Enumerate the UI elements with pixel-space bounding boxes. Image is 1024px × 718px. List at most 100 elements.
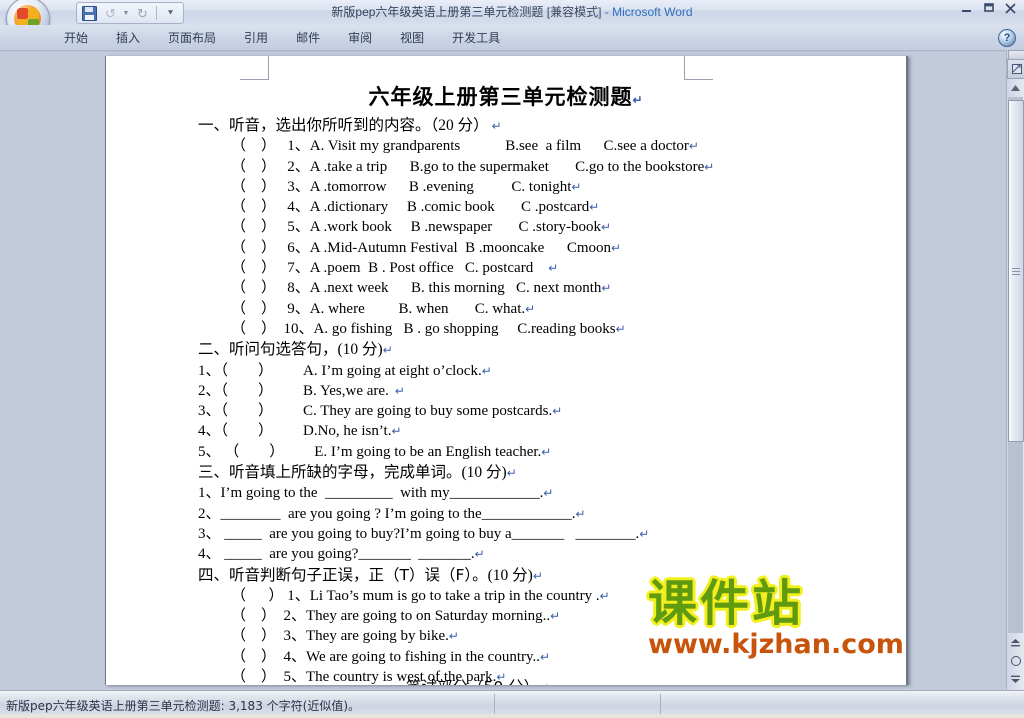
pilcrow-icon: ↵ (388, 383, 405, 398)
pilcrow-icon: ↵ (600, 220, 612, 235)
chevron-down-icon: ▼ (122, 9, 130, 17)
pilcrow-icon: ↵ (448, 629, 459, 644)
question-item: （ ） 8、A .next week B. this morning C. ne… (106, 278, 906, 298)
pilcrow-icon: ↵ (571, 179, 582, 194)
question-text: （ ） 5、A .work book B .newspaper C .story… (231, 219, 601, 236)
section-3-heading: 三、听音填上所缺的字母，完成单词。(10 分)↵ (106, 462, 906, 483)
ribbon-tabs: 开始 插入 页面布局 引用 邮件 审阅 视图 开发工具 (50, 25, 514, 50)
truefalse-text: （ ） 3、They are going by bike. (231, 628, 449, 645)
pilcrow-icon: ↵ (688, 139, 699, 154)
scrollbar-thumb[interactable] (1008, 100, 1024, 442)
fill-blank-item: 2、________ are you going ? I’m going to … (106, 504, 906, 524)
help-icon[interactable]: ? (998, 29, 1016, 47)
pilcrow-icon: ↵ (543, 486, 554, 501)
status-divider (494, 694, 495, 715)
section-2-heading: 二、听问句选答句，(10 分)↵ (106, 339, 906, 360)
tab-mailings[interactable]: 邮件 (282, 26, 334, 49)
vertical-scrollbar[interactable] (1006, 50, 1024, 691)
fill-blank-text: 1、I’m going to the _________ with my____… (198, 485, 544, 502)
fill-blank-item: 3、 _____ are you going to buy?I’m going … (106, 524, 906, 544)
undo-button[interactable]: ↺ (101, 5, 120, 22)
scrollbar-grip-icon (1012, 266, 1020, 276)
question-item: （ ） 7、A .poem B . Post office C. postcar… (106, 258, 906, 278)
question-text: （ ） 6、A .Mid-Autumn Festival B .mooncake… (231, 239, 611, 256)
tab-view[interactable]: 视图 (386, 26, 438, 49)
pilcrow-icon: ↵ (550, 609, 561, 624)
tab-page-layout-label: 页面布局 (168, 31, 217, 45)
pilcrow-icon: ↵ (541, 444, 552, 459)
tab-review[interactable]: 审阅 (334, 26, 386, 49)
ribbon-tab-strip: 开始 插入 页面布局 引用 邮件 审阅 视图 开发工具 ? (0, 25, 1024, 51)
truefalse-text: （ ） 2、They are going to on Saturday morn… (231, 608, 551, 625)
section-1-heading: 一、听音，选出你所听到的内容。（20 分） ↵ (106, 115, 906, 136)
tab-developer[interactable]: 开发工具 (438, 26, 514, 49)
section-4-heading-score: (10 分) (487, 566, 533, 584)
document-workspace[interactable]: 六年级上册第三单元检测题↵ 一、听音，选出你所听到的内容。（20 分） ↵ （ … (0, 50, 1024, 691)
close-button[interactable] (1003, 2, 1018, 15)
document-page[interactable]: 六年级上册第三单元检测题↵ 一、听音，选出你所听到的内容。（20 分） ↵ （ … (105, 56, 908, 685)
question-item: （ ） 10、A. go fishing B . go shopping C.r… (106, 319, 906, 339)
save-icon (82, 5, 97, 21)
match-text: 5、 （ ） E. I’m going to be an English tea… (198, 443, 542, 460)
scroll-up-button[interactable] (1008, 80, 1023, 96)
next-page-button[interactable] (1008, 671, 1023, 687)
triangle-up-icon (1011, 85, 1020, 91)
split-window-handle[interactable] (1007, 59, 1024, 79)
fill-blank-text: 3、 _____ are you going to buy?I’m going … (198, 525, 640, 542)
tab-developer-label: 开发工具 (452, 31, 501, 45)
pilcrow-icon: ↵ (589, 200, 600, 215)
question-text: （ ） 4、A .dictionary B .comic book C .pos… (231, 199, 590, 216)
tab-review-label: 审阅 (348, 31, 373, 45)
save-button[interactable] (80, 5, 99, 22)
match-text: 4、（ ） D.No, he isn’t. (198, 423, 392, 440)
pilcrow-icon: ↵ (639, 526, 650, 541)
status-word-count: 新版pep六年级英语上册第三单元检测题: 3,183 个字符(近似值)。 (6, 699, 361, 713)
window-controls (959, 2, 1018, 15)
pilcrow-icon: ↵ (532, 568, 543, 583)
truefalse-item: （ ） 2、They are going to on Saturday morn… (106, 606, 906, 626)
truefalse-item: （ ） 4、We are going to fishing in the cou… (106, 647, 906, 667)
title-bar: ↺ ▼ ↻ ⯆ 新版pep六年级英语上册第三单元检测题 [兼容模式] - Mic… (0, 0, 1024, 41)
redo-button[interactable]: ↻ (133, 5, 152, 22)
minimize-button[interactable] (959, 2, 974, 15)
fill-blank-item: 4、 _____ are you going?_______ _______.↵ (106, 544, 906, 564)
tab-view-label: 视图 (400, 31, 425, 45)
pilcrow-icon: ↵ (474, 547, 485, 562)
question-item: （ ） 4、A .dictionary B .comic book C .pos… (106, 197, 906, 217)
status-bar[interactable]: 新版pep六年级英语上册第三单元检测题: 3,183 个字符(近似值)。 (0, 690, 1024, 718)
tab-references[interactable]: 引用 (230, 26, 282, 49)
tab-page-layout[interactable]: 页面布局 (154, 26, 230, 49)
section-4-heading-cn: 四、听音判断句子正误，正（T）误（F）。 (198, 565, 488, 584)
qat-divider (156, 6, 157, 20)
page-title: 六年级上册第三单元检测题↵ (106, 81, 906, 111)
restore-button[interactable] (981, 2, 996, 15)
pilcrow-icon: ↵ (481, 363, 492, 378)
question-item: （ ） 5、A .work book B .newspaper C .story… (106, 217, 906, 237)
question-item: （ ） 6、A .Mid-Autumn Festival B .mooncake… (106, 238, 906, 258)
question-text: （ ） 3、A .tomorrow B .evening C. tonight (231, 178, 572, 195)
tab-insert[interactable]: 插入 (102, 26, 154, 49)
redo-icon: ↻ (137, 5, 148, 21)
fill-blank-text: 4、 _____ are you going?_______ _______. (198, 546, 475, 563)
double-triangle-up-icon (1011, 639, 1020, 647)
undo-dropdown-button[interactable]: ▼ (122, 5, 131, 22)
match-item: 3、（ ） C. They are going to buy some post… (106, 401, 906, 421)
customize-qat-button[interactable]: ⯆ (161, 5, 180, 22)
status-divider (660, 694, 661, 715)
fill-blank-text: 2、________ are you going ? I’m going to … (198, 505, 576, 522)
status-bottom-strip (0, 714, 1024, 718)
select-browse-object-button[interactable] (1008, 653, 1023, 669)
window-title-sep: - (604, 5, 609, 19)
question-text: （ ） 9、A. where B. when C. what. (231, 300, 526, 317)
question-text: （ ） 7、A .poem B . Post office C. postcar… (231, 260, 534, 277)
tab-home-label: 开始 (64, 31, 89, 45)
document-content: 六年级上册第三单元检测题↵ 一、听音，选出你所听到的内容。（20 分） ↵ （ … (106, 56, 906, 685)
previous-page-button[interactable] (1008, 635, 1023, 651)
pilcrow-icon: ↵ (632, 93, 644, 107)
tab-home[interactable]: 开始 (50, 26, 102, 49)
pilcrow-icon: ↵ (601, 281, 612, 296)
window-title-document: 新版pep六年级英语上册第三单元检测题 (331, 5, 544, 19)
section-2-heading-score: (10 分) (337, 341, 383, 359)
window-title-app: Microsoft Word (612, 5, 693, 19)
match-item: 1、（ ） A. I’m going at eight o’clock.↵ (106, 361, 906, 381)
